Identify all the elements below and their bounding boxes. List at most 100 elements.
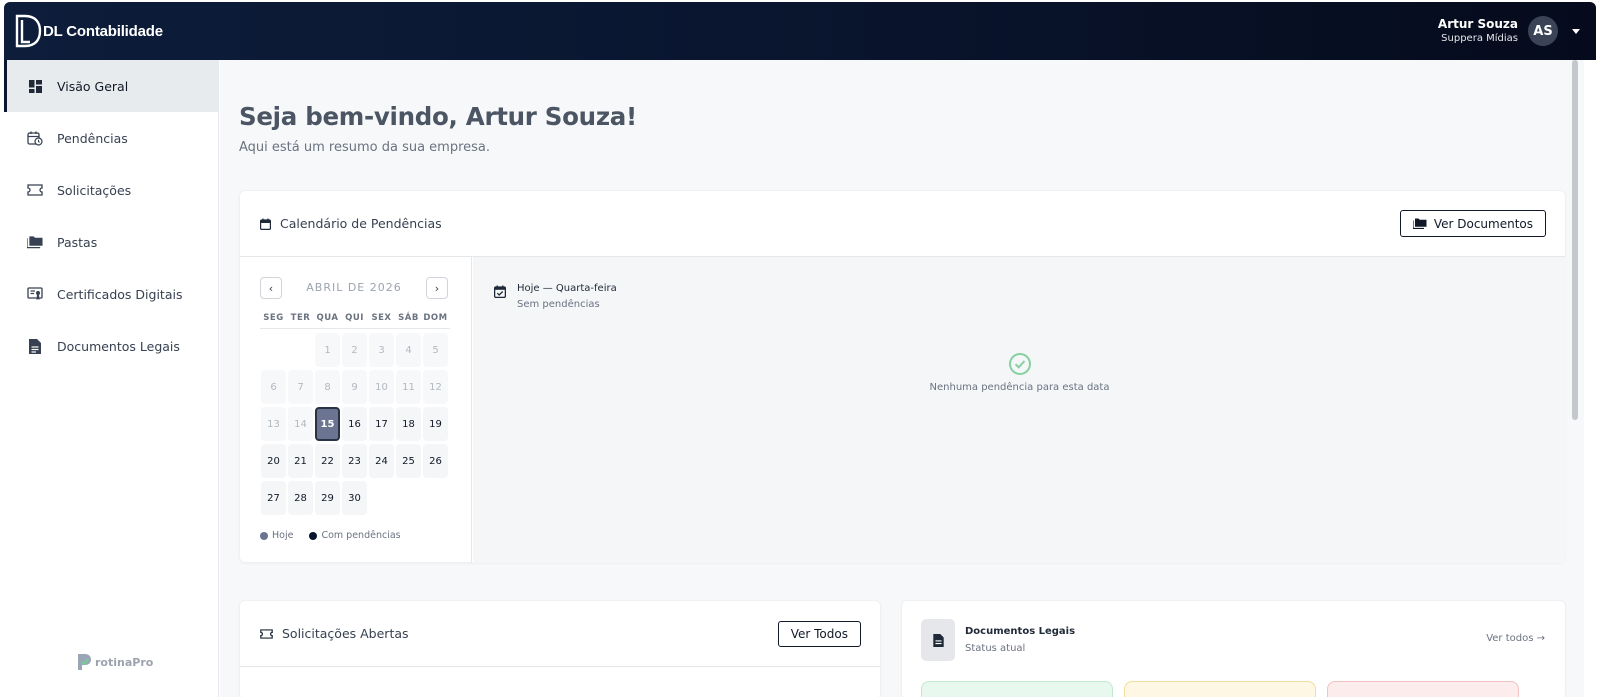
documentos-card-title: Documentos Legais bbox=[965, 626, 1076, 637]
sidebar-item-solicitacoes[interactable]: Solicitações bbox=[4, 164, 218, 216]
sidebar-item-documentos-legais[interactable]: Documentos Legais bbox=[4, 320, 218, 372]
calendar-day[interactable]: 27 bbox=[261, 481, 286, 515]
calendar-day[interactable]: 19 bbox=[423, 407, 448, 441]
calendar-day[interactable]: 1 bbox=[315, 333, 340, 367]
selected-day-status: Sem pendências bbox=[517, 299, 600, 310]
weekday-label: SEX bbox=[371, 313, 392, 323]
status-badge-expired bbox=[1327, 681, 1519, 697]
calendar-card-header: Calendário de Pendências Ver Documentos bbox=[240, 191, 1565, 257]
certificate-icon bbox=[27, 286, 43, 302]
weekday-header: SEG TER QUA QUI SEX SÁB DOM bbox=[260, 307, 450, 329]
brand-logo[interactable]: DL Contabilidade bbox=[14, 14, 163, 48]
calendar-clock-icon bbox=[27, 130, 43, 146]
calendar-day[interactable]: 25 bbox=[396, 444, 421, 478]
calendar-day[interactable]: 14 bbox=[288, 407, 313, 441]
weekday-label: QUI bbox=[345, 313, 364, 323]
calendar-day[interactable]: 16 bbox=[342, 407, 367, 441]
calendar-day[interactable]: 12 bbox=[423, 370, 448, 404]
calendar-day-empty bbox=[288, 333, 313, 367]
calendar-legend: Hoje Com pendências bbox=[260, 530, 401, 541]
calendar-day[interactable]: 11 bbox=[396, 370, 421, 404]
empty-state-message: Nenhuma pendência para esta data bbox=[929, 382, 1110, 393]
ticket-icon bbox=[260, 628, 273, 639]
calendar-day[interactable]: 21 bbox=[288, 444, 313, 478]
calendar-day[interactable]: 22 bbox=[315, 444, 340, 478]
calendar-day[interactable]: 29 bbox=[315, 481, 340, 515]
chevron-down-icon[interactable] bbox=[1572, 28, 1580, 34]
scrollbar-thumb[interactable] bbox=[1572, 60, 1578, 420]
calendar-day[interactable]: 4 bbox=[396, 333, 421, 367]
calendar-day-empty bbox=[369, 481, 394, 515]
check-circle-icon bbox=[473, 352, 1566, 376]
rotinapro-logo-icon bbox=[76, 653, 92, 671]
calendar-day[interactable]: 26 bbox=[423, 444, 448, 478]
ticket-icon bbox=[27, 182, 43, 198]
solicitacoes-card-header: Solicitações Abertas Ver Todos bbox=[240, 601, 880, 667]
legend-pending-dot bbox=[309, 531, 318, 540]
calendar-day-empty bbox=[423, 481, 448, 515]
user-name: Artur Souza bbox=[1437, 17, 1518, 31]
user-menu[interactable]: Artur Souza Suppera Mídias AS bbox=[1438, 2, 1580, 60]
calendar-check-icon bbox=[494, 285, 506, 312]
calendar-day[interactable]: 9 bbox=[342, 370, 367, 404]
calendar-day[interactable]: 23 bbox=[342, 444, 367, 478]
sidebar-item-visao-geral[interactable]: Visão Geral bbox=[4, 60, 218, 112]
next-month-button[interactable]: › bbox=[426, 277, 448, 299]
calendar-day[interactable]: 20 bbox=[261, 444, 286, 478]
scrollbar[interactable] bbox=[1568, 60, 1584, 697]
dashboard-icon bbox=[27, 78, 43, 94]
calendar-day[interactable]: 2 bbox=[342, 333, 367, 367]
calendar-grid: SEG TER QUA QUI SEX SÁB DOM 1 2 3 4 5 6 7 8 9 10 1… bbox=[260, 307, 450, 518]
sidebar-item-pendencias[interactable]: Pendências bbox=[4, 112, 218, 164]
calendar-day[interactable]: 30 bbox=[342, 481, 367, 515]
calendar-day[interactable]: 18 bbox=[396, 407, 421, 441]
main-content: Seja bem-vindo, Artur Souza! Aqui está u… bbox=[220, 60, 1568, 697]
calendar-day[interactable]: 7 bbox=[288, 370, 313, 404]
ver-todos-button[interactable]: Ver Todos bbox=[777, 620, 861, 647]
calendar-day-today[interactable]: 15 bbox=[315, 407, 340, 441]
calendar-week-row: 6 7 8 9 10 11 12 bbox=[260, 370, 450, 407]
ver-todos-link[interactable]: Ver todos → bbox=[1486, 633, 1545, 644]
chevron-right-icon: › bbox=[434, 281, 440, 295]
user-company: Suppera Mídias bbox=[1441, 33, 1518, 44]
day-detail-panel: Hoje — Quarta-feira Sem pendências Nenhu… bbox=[473, 257, 1566, 563]
brand-name: DL Contabilidade bbox=[43, 22, 163, 40]
status-badge-ok bbox=[921, 681, 1113, 697]
calendar-day[interactable]: 24 bbox=[369, 444, 394, 478]
solicitacoes-card: Solicitações Abertas Ver Todos bbox=[239, 600, 881, 697]
sidebar-item-label: Documentos Legais bbox=[57, 338, 180, 354]
calendar-icon bbox=[260, 218, 271, 230]
footer-brand: rotinaPro bbox=[76, 653, 153, 671]
documentos-legais-card: Documentos Legais Status atual Ver todos… bbox=[901, 600, 1566, 697]
calendar-day[interactable]: 5 bbox=[423, 333, 448, 367]
calendar-day[interactable]: 10 bbox=[369, 370, 394, 404]
calendar-day[interactable]: 13 bbox=[261, 407, 286, 441]
calendar-day[interactable]: 6 bbox=[261, 370, 286, 404]
weekday-label: QUA bbox=[316, 313, 339, 323]
document-icon bbox=[921, 619, 955, 661]
calendar-day[interactable]: 3 bbox=[369, 333, 394, 367]
ver-documentos-button[interactable]: Ver Documentos bbox=[1399, 210, 1546, 237]
calendar-week-row: 13 14 15 16 17 18 19 bbox=[260, 407, 450, 444]
selected-day-title: Hoje — Quarta-feira bbox=[517, 283, 617, 294]
solicitacoes-card-title: Solicitações Abertas bbox=[282, 626, 409, 641]
calendar-week-row: 12345 bbox=[260, 333, 450, 370]
legend-pending-label: Com pendências bbox=[321, 530, 401, 541]
calendar-card: Calendário de Pendências Ver Documentos … bbox=[239, 190, 1566, 563]
calendar-card-title: Calendário de Pendências bbox=[280, 216, 442, 231]
documentos-card-subtitle: Status atual bbox=[965, 643, 1026, 654]
sidebar-item-label: Solicitações bbox=[57, 182, 132, 198]
legend-today-label: Hoje bbox=[272, 530, 294, 541]
sidebar-item-certificados[interactable]: Certificados Digitais bbox=[4, 268, 218, 320]
weekday-label: SEG bbox=[263, 313, 284, 323]
legend-today-dot bbox=[260, 531, 268, 540]
calendar-day[interactable]: 28 bbox=[288, 481, 313, 515]
calendar-month-label: ABRIL DE 2026 bbox=[306, 281, 402, 294]
calendar-day[interactable]: 8 bbox=[315, 370, 340, 404]
calendar-day[interactable]: 17 bbox=[369, 407, 394, 441]
avatar[interactable]: AS bbox=[1528, 16, 1558, 46]
sidebar-item-pastas[interactable]: Pastas bbox=[4, 216, 218, 268]
status-badge-warning bbox=[1124, 681, 1316, 697]
mini-calendar: ‹ ABRIL DE 2026 › SEG TER QUA QUI SEX SÁ… bbox=[240, 257, 472, 563]
sidebar-item-label: Certificados Digitais bbox=[57, 286, 183, 302]
